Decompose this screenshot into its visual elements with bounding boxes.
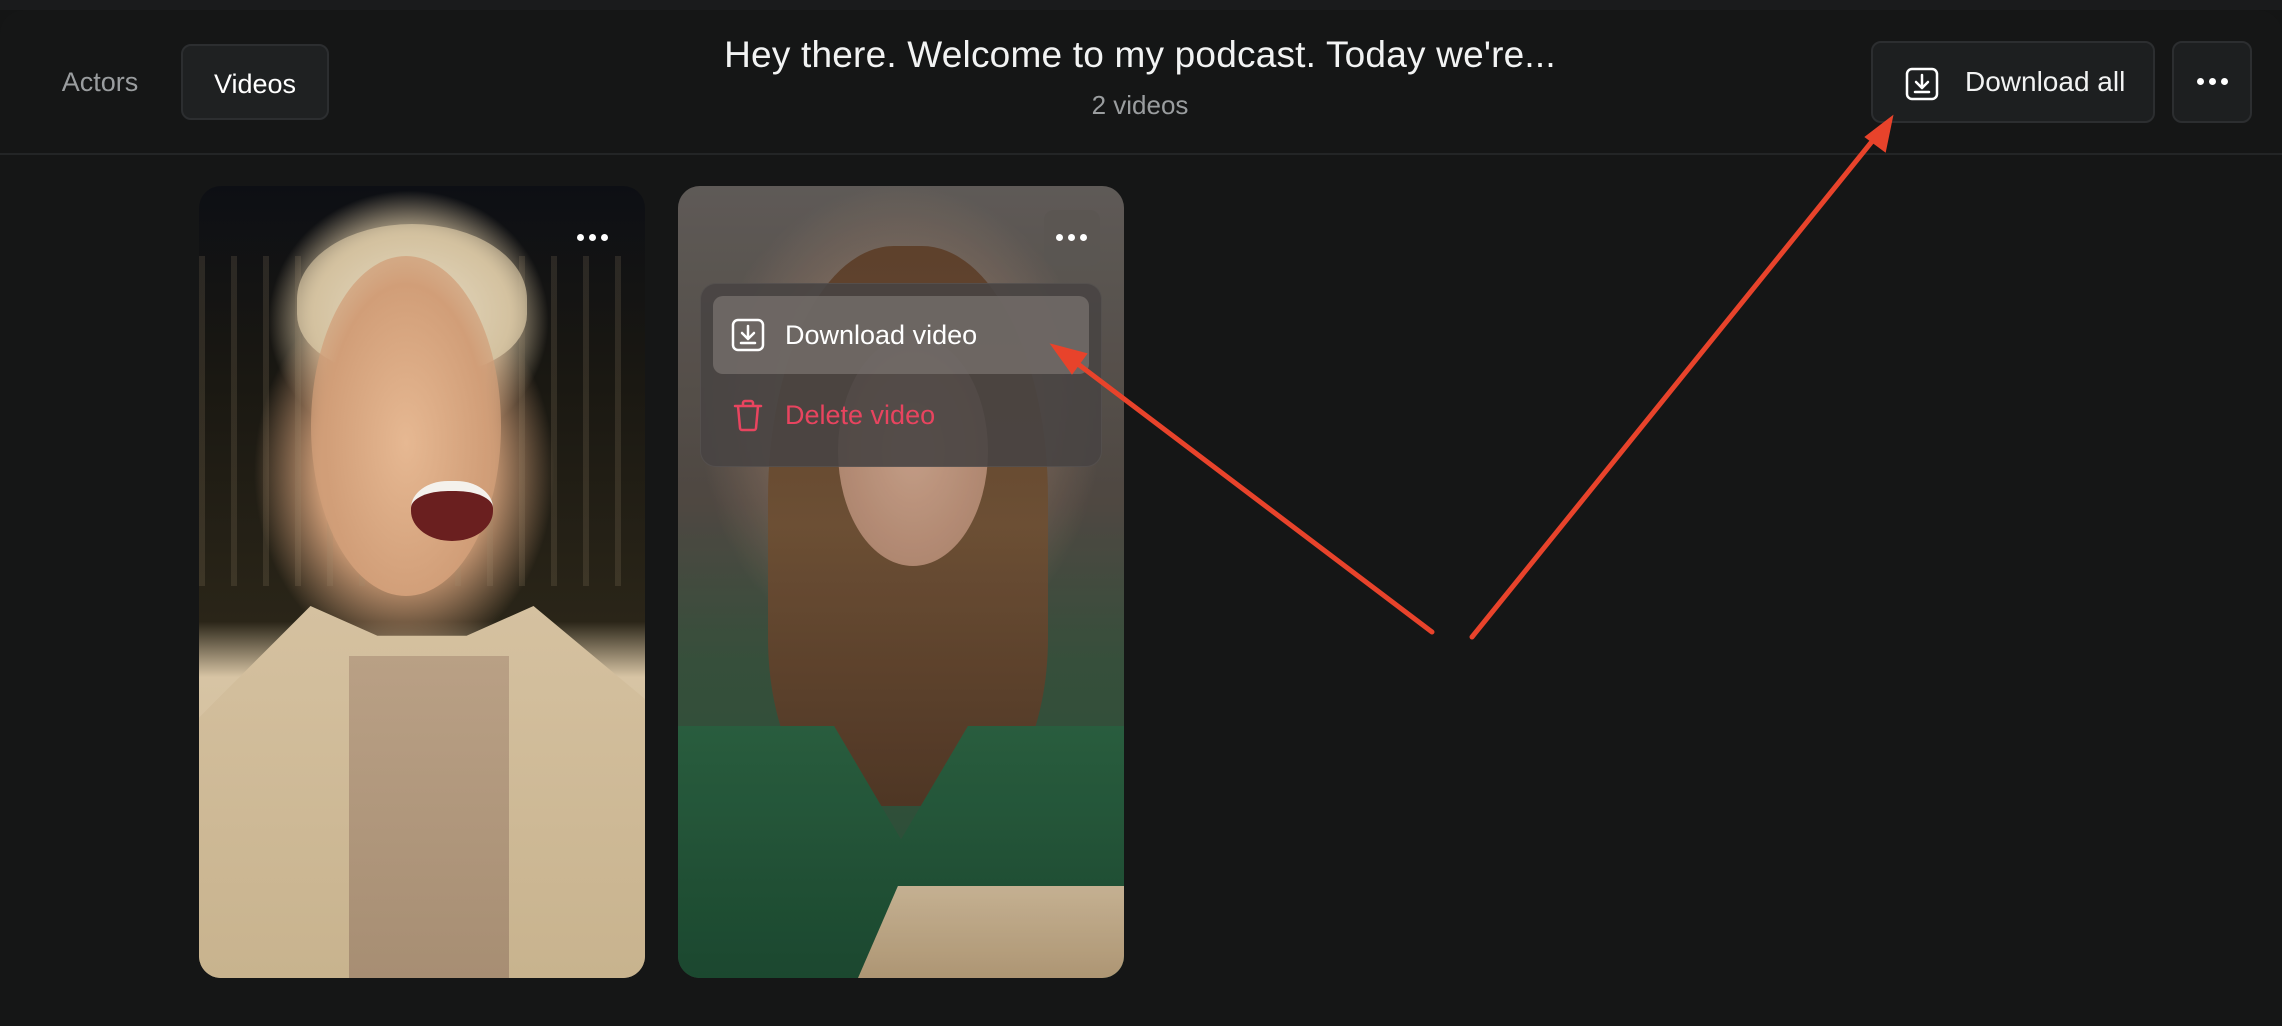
trash-icon — [733, 399, 763, 432]
video-count: 2 videos — [1091, 90, 1189, 120]
tab-actors[interactable]: Actors — [44, 44, 156, 120]
delete-video-label: Delete video — [785, 400, 936, 430]
delete-video-menu-item[interactable]: Delete video — [713, 376, 1089, 454]
download-video-menu-item[interactable]: Download video — [713, 296, 1089, 374]
page-title: Hey there. Welcome to my podcast. Today … — [724, 34, 1556, 75]
video-context-menu: Download video Delete video — [700, 283, 1102, 467]
header: Actors Videos Hey there. Welcome to my p… — [0, 10, 2282, 155]
more-horizontal-icon — [2197, 78, 2228, 85]
tab-videos[interactable]: Videos — [181, 44, 329, 120]
download-all-button[interactable]: Download all — [1871, 41, 2155, 123]
more-horizontal-icon — [1056, 234, 1087, 241]
top-strip — [0, 0, 2282, 10]
download-icon — [731, 318, 765, 352]
more-horizontal-icon — [577, 234, 608, 241]
title-block: Hey there. Welcome to my podcast. Today … — [640, 34, 1640, 121]
video-card[interactable] — [199, 186, 645, 978]
video-more-button[interactable] — [1044, 210, 1100, 266]
download-all-label: Download all — [1965, 66, 2126, 97]
download-icon — [1905, 67, 1939, 101]
more-options-button[interactable] — [2172, 41, 2252, 123]
video-more-button[interactable] — [565, 210, 621, 266]
download-video-label: Download video — [785, 320, 978, 350]
